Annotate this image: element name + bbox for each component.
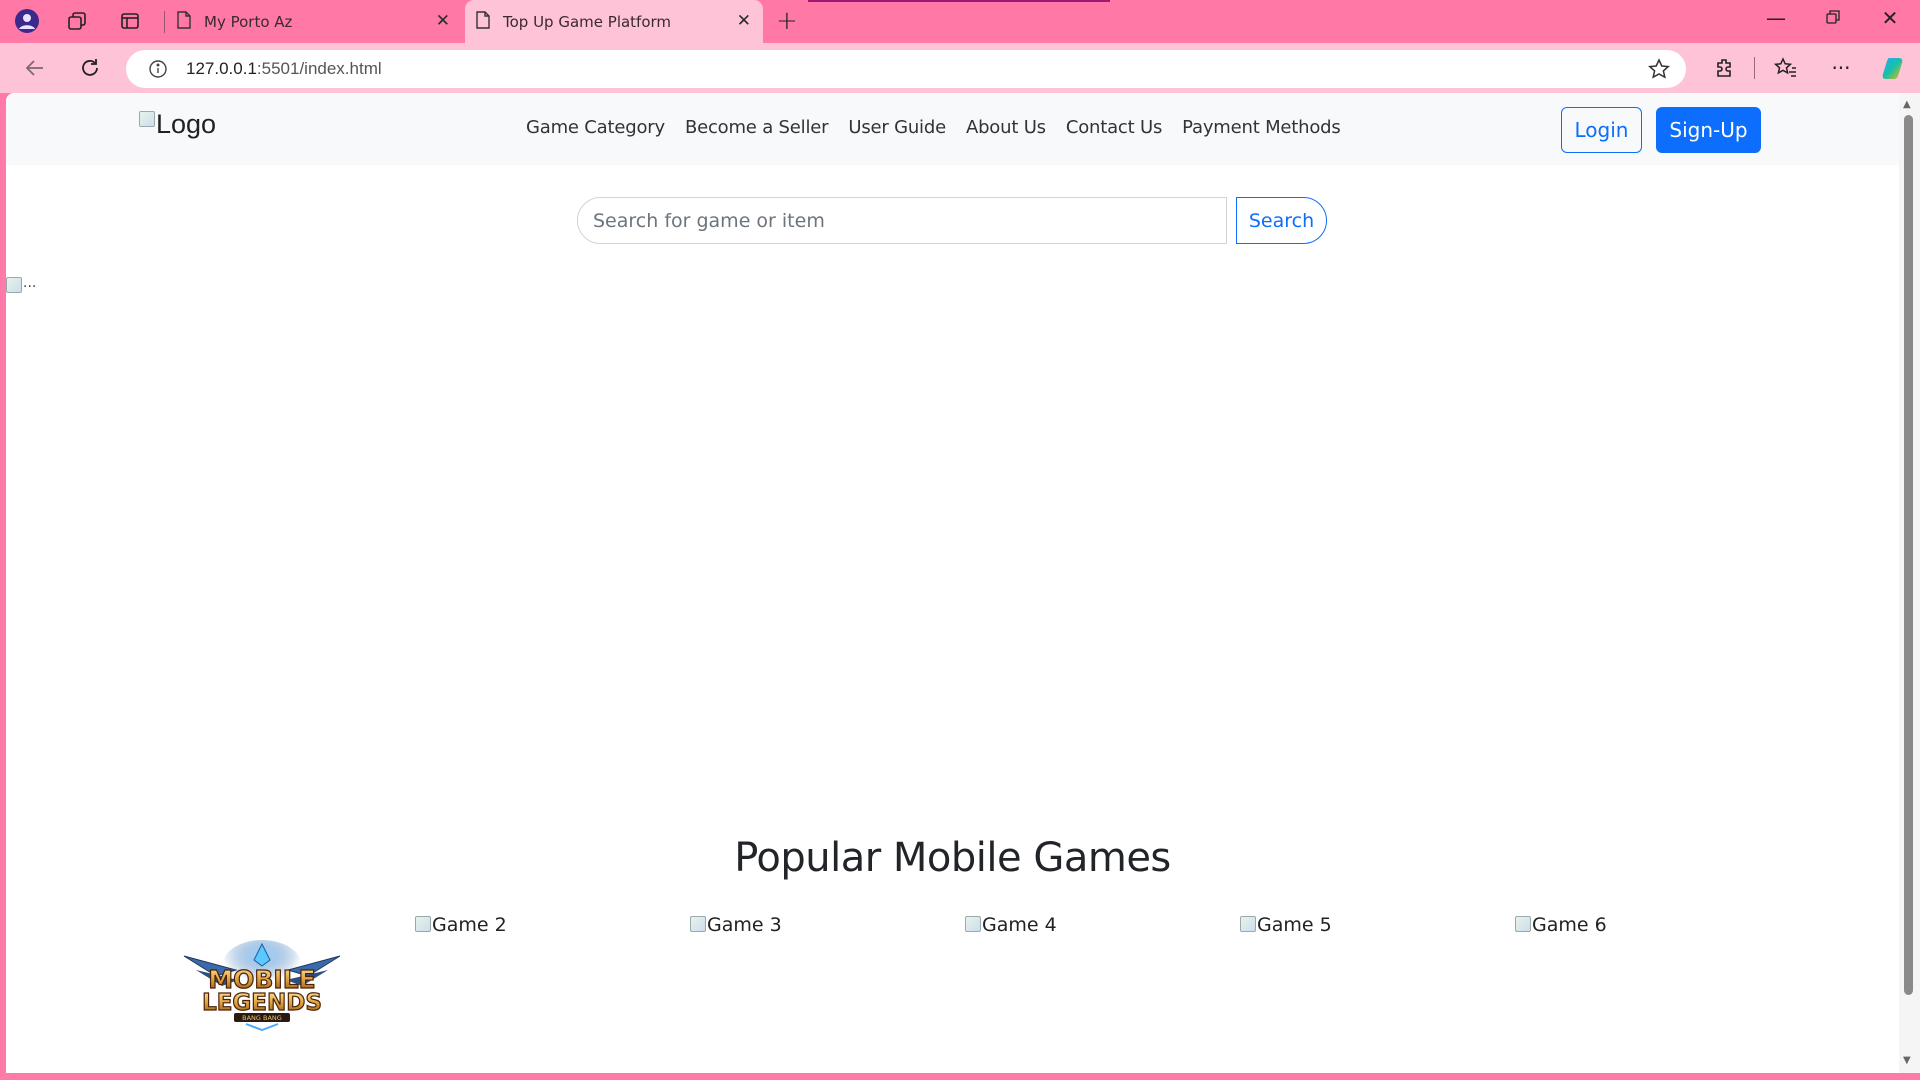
search-placeholder: Search for game or item bbox=[593, 209, 825, 232]
scroll-up-icon[interactable]: ▲ bbox=[1903, 99, 1911, 110]
tab-separator bbox=[164, 11, 165, 33]
close-icon[interactable]: ✕ bbox=[737, 11, 751, 31]
game-alt-text: Game 3 bbox=[707, 914, 782, 936]
nav-link-contact-us[interactable]: Contact Us bbox=[1066, 117, 1163, 138]
tab-loading-indicator bbox=[808, 0, 1110, 2]
hero-carousel-image: ... bbox=[6, 275, 37, 293]
browser-toolbar: 127.0.0.1:5501/index.html ··· bbox=[0, 43, 1920, 93]
game-alt-text: Game 6 bbox=[1532, 914, 1607, 936]
new-tab-button[interactable]: + bbox=[776, 6, 798, 36]
game-card[interactable]: Game 5 bbox=[1240, 914, 1332, 936]
search-input[interactable]: Search for game or item bbox=[577, 197, 1227, 244]
favorites-icon[interactable] bbox=[1770, 52, 1802, 84]
tab-title: Top Up Game Platform bbox=[503, 12, 672, 31]
broken-image-icon bbox=[139, 111, 155, 127]
nav-link-user-guide[interactable]: User Guide bbox=[848, 117, 946, 138]
logo-alt-text: Logo bbox=[156, 109, 217, 139]
tab-actions-icon[interactable] bbox=[117, 8, 143, 34]
tab-top-up-game-platform[interactable]: Top Up Game Platform ✕ bbox=[465, 0, 763, 43]
vertical-scrollbar[interactable]: ▲ ▼ bbox=[1899, 93, 1920, 1073]
address-bar[interactable]: 127.0.0.1:5501/index.html bbox=[126, 50, 1686, 88]
browser-profile-icon[interactable] bbox=[14, 8, 40, 34]
site-navbar: Logo Game Category Become a Seller User … bbox=[6, 93, 1899, 165]
svg-text:LEGENDS: LEGENDS bbox=[202, 990, 322, 1016]
broken-image-icon bbox=[1240, 916, 1256, 932]
nav-links: Game Category Become a Seller User Guide… bbox=[526, 117, 1341, 138]
search-button[interactable]: Search bbox=[1236, 197, 1327, 244]
nav-link-become-seller[interactable]: Become a Seller bbox=[685, 117, 829, 138]
game-card[interactable]: Game 6 bbox=[1515, 914, 1607, 936]
refresh-icon[interactable] bbox=[75, 53, 105, 83]
hero-alt-text: ... bbox=[23, 275, 37, 291]
page-icon bbox=[475, 10, 491, 33]
broken-image-icon bbox=[6, 277, 22, 293]
svg-text:BANG BANG: BANG BANG bbox=[242, 1014, 282, 1022]
extensions-icon[interactable] bbox=[1709, 52, 1741, 84]
nav-link-game-category[interactable]: Game Category bbox=[526, 117, 665, 138]
nav-link-payment-methods[interactable]: Payment Methods bbox=[1182, 117, 1341, 138]
scrollbar-thumb[interactable] bbox=[1904, 115, 1913, 995]
broken-image-icon bbox=[690, 916, 706, 932]
url-text: 127.0.0.1:5501/index.html bbox=[186, 59, 382, 78]
restore-icon[interactable] bbox=[1810, 6, 1856, 30]
scroll-down-icon[interactable]: ▼ bbox=[1903, 1055, 1911, 1066]
tab-title: My Porto Az bbox=[204, 12, 293, 31]
mobile-legends-logo[interactable]: MOBILE LEGENDS BANG BANG bbox=[176, 936, 348, 1032]
tab-my-porto[interactable]: My Porto Az ✕ bbox=[168, 0, 462, 43]
window-bottom-border bbox=[0, 1073, 1920, 1080]
game-card[interactable]: Game 3 bbox=[690, 914, 782, 936]
section-title: Popular Mobile Games bbox=[734, 835, 1171, 881]
close-window-icon[interactable]: ✕ bbox=[1867, 6, 1913, 30]
login-button[interactable]: Login bbox=[1561, 107, 1642, 153]
more-icon[interactable]: ··· bbox=[1825, 52, 1857, 84]
favorite-star-icon[interactable] bbox=[1648, 58, 1670, 84]
page-viewport: Logo Game Category Become a Seller User … bbox=[6, 93, 1920, 1073]
game-alt-text: Game 5 bbox=[1257, 914, 1332, 936]
broken-image-icon bbox=[965, 916, 981, 932]
game-card[interactable]: Game 4 bbox=[965, 914, 1057, 936]
game-card[interactable]: Game 2 bbox=[415, 914, 507, 936]
site-logo[interactable]: Logo bbox=[139, 109, 216, 140]
close-icon[interactable]: ✕ bbox=[436, 11, 450, 31]
info-icon[interactable] bbox=[148, 59, 168, 83]
page-icon bbox=[176, 10, 192, 33]
game-alt-text: Game 4 bbox=[982, 914, 1057, 936]
minimize-icon[interactable]: — bbox=[1753, 6, 1799, 30]
browser-tab-bar: My Porto Az ✕ Top Up Game Platform ✕ + —… bbox=[0, 0, 1920, 43]
workspaces-icon[interactable] bbox=[64, 8, 90, 34]
nav-link-about-us[interactable]: About Us bbox=[966, 117, 1046, 138]
signup-button[interactable]: Sign-Up bbox=[1656, 107, 1761, 153]
toolbar-divider bbox=[1754, 57, 1755, 79]
broken-image-icon bbox=[415, 916, 431, 932]
broken-image-icon bbox=[1515, 916, 1531, 932]
game-alt-text: Game 2 bbox=[432, 914, 507, 936]
back-icon[interactable] bbox=[20, 53, 50, 83]
copilot-icon[interactable] bbox=[1878, 52, 1910, 84]
